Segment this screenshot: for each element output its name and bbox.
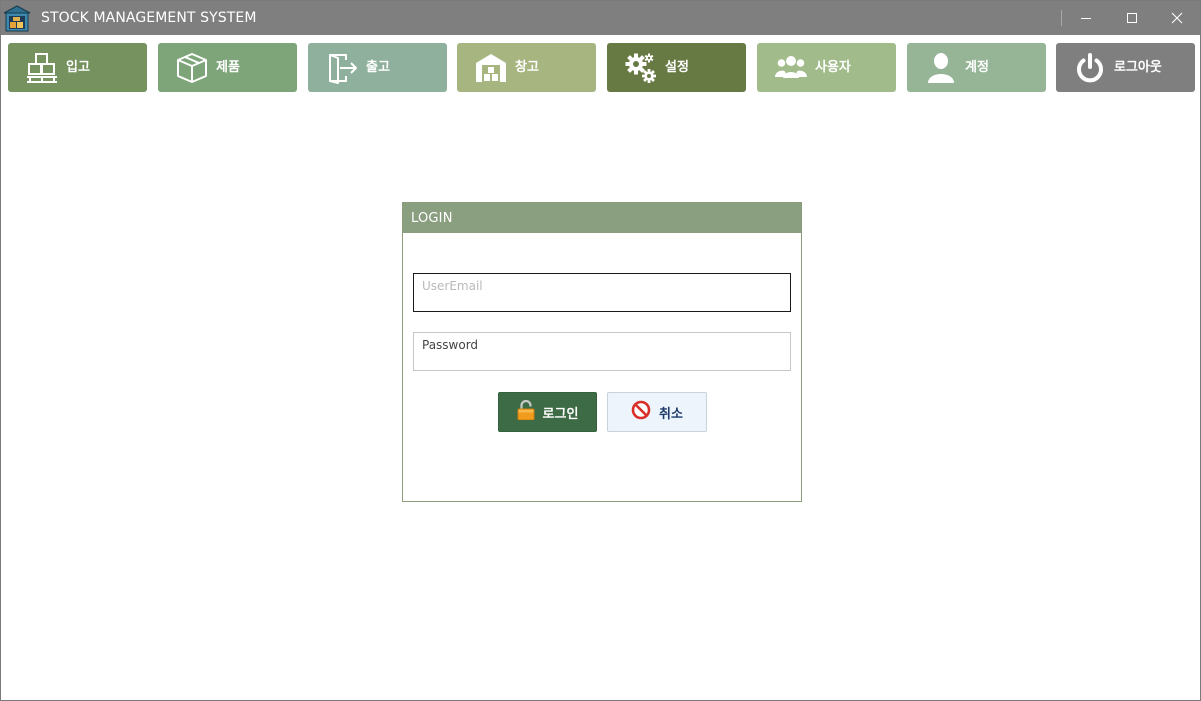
nav-settings-label: 설정 — [665, 60, 689, 75]
login-header: LOGIN — [403, 203, 801, 233]
title-separator — [1061, 10, 1062, 26]
minimize-button[interactable] — [1063, 1, 1109, 35]
nav-product-label: 제품 — [216, 60, 240, 75]
cancel-button[interactable]: 취소 — [607, 392, 707, 432]
nav-users-label: 사용자 — [815, 60, 851, 75]
nav-logout-label: 로그아웃 — [1114, 60, 1162, 75]
inbound-pallet-icon — [26, 52, 58, 84]
outbound-door-icon — [326, 52, 358, 84]
window-title: STOCK MANAGEMENT SYSTEM — [41, 10, 257, 26]
user-icon — [925, 52, 957, 84]
product-box-icon — [176, 52, 208, 84]
login-button-label: 로그인 — [542, 406, 579, 422]
nav-settings-button[interactable]: 설정 — [607, 43, 746, 92]
users-icon — [775, 52, 807, 84]
cancel-button-label: 취소 — [659, 406, 683, 422]
maximize-icon — [1126, 9, 1138, 28]
nav-inbound-label: 입고 — [66, 60, 90, 75]
email-input[interactable] — [414, 274, 790, 311]
nav-warehouse-label: 창고 — [515, 60, 539, 75]
password-field[interactable] — [413, 332, 791, 371]
warehouse-icon — [475, 52, 507, 84]
nav-warehouse-button[interactable]: 창고 — [457, 43, 596, 92]
nav-outbound-label: 출고 — [366, 60, 390, 75]
login-title: LOGIN — [411, 211, 453, 226]
close-button[interactable] — [1154, 1, 1200, 35]
nav-users-button[interactable]: 사용자 — [757, 43, 896, 92]
title-bar[interactable]: STOCK MANAGEMENT SYSTEM — [1, 1, 1200, 35]
nav-logout-button[interactable]: 로그아웃 — [1056, 43, 1195, 92]
nav-account-button[interactable]: 계정 — [907, 43, 1046, 92]
warehouse-app-icon — [3, 4, 31, 32]
no-entry-icon — [631, 400, 651, 424]
app-window: STOCK MANAGEMENT SYSTEM 입고 제품 출고 창고 설정 사… — [0, 0, 1201, 701]
password-input[interactable] — [414, 333, 790, 370]
login-button[interactable]: 로그인 — [498, 392, 597, 432]
minimize-icon — [1080, 9, 1092, 28]
power-icon — [1074, 52, 1106, 84]
gears-icon — [625, 52, 657, 84]
login-panel: LOGIN 로그인 취 — [402, 202, 802, 502]
nav-inbound-button[interactable]: 입고 — [8, 43, 147, 92]
close-icon — [1171, 9, 1183, 28]
nav-product-button[interactable]: 제품 — [158, 43, 297, 92]
unlock-icon — [517, 399, 535, 424]
email-field[interactable] — [413, 273, 791, 312]
maximize-button[interactable] — [1109, 1, 1155, 35]
nav-outbound-button[interactable]: 출고 — [308, 43, 447, 92]
nav-account-label: 계정 — [965, 60, 989, 75]
